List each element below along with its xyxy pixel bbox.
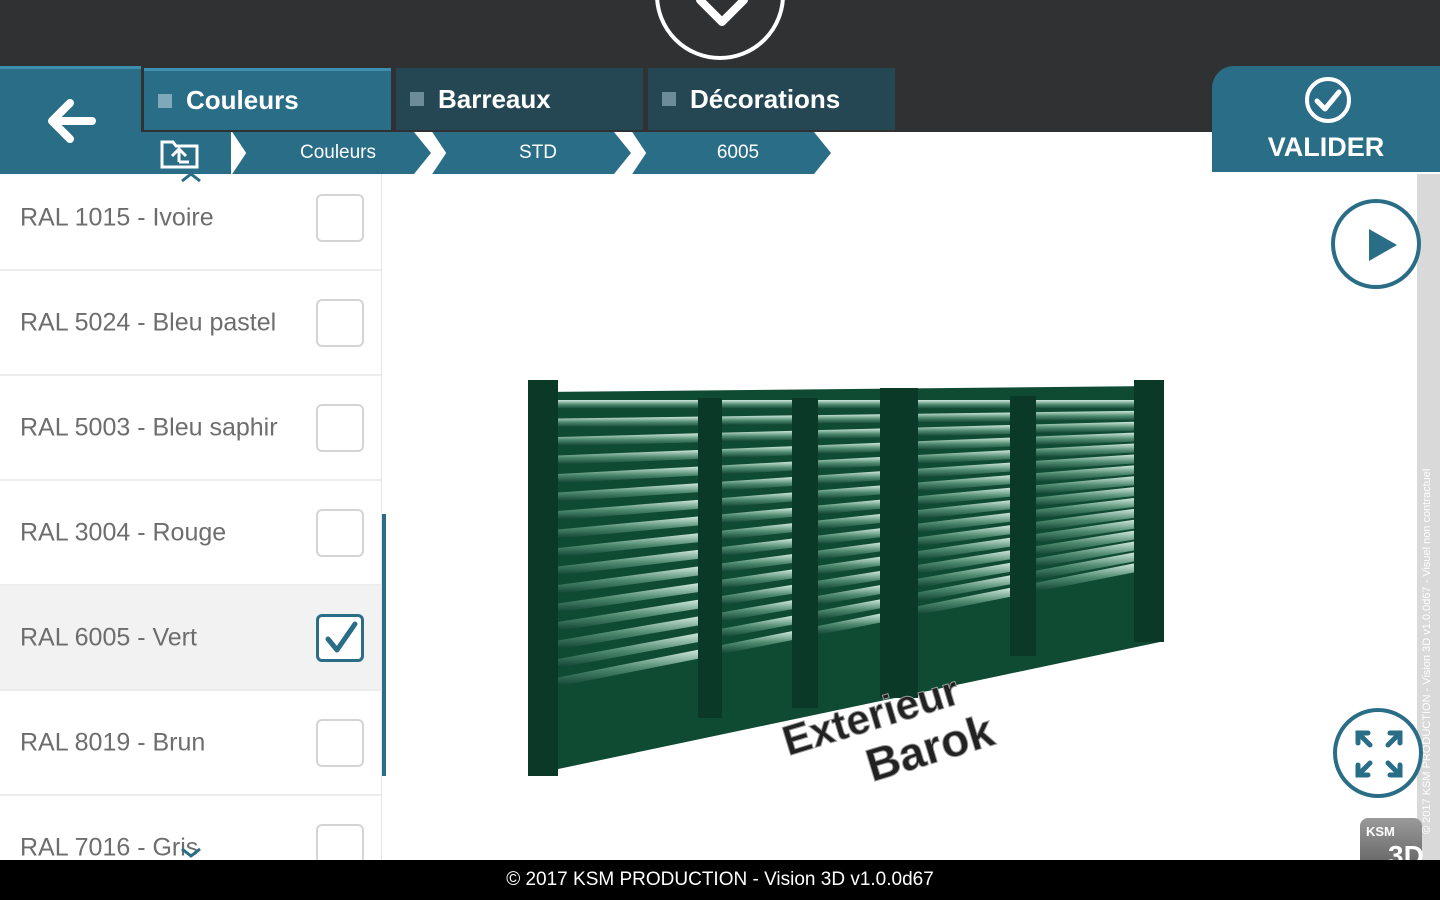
tab-marker-icon [662,92,676,106]
color-checkbox[interactable] [316,403,364,452]
breadcrumb-item-std[interactable]: STD [445,132,631,174]
list-item[interactable]: RAL 1015 - Ivoire [0,174,381,271]
color-checkbox[interactable] [316,193,364,242]
tab-label: Barreaux [438,83,551,114]
gate-slat [918,400,1010,409]
list-item-selected[interactable]: RAL 6005 - Vert [0,586,381,691]
tab-marker-icon [410,92,424,106]
color-label: RAL 6005 - Vert [20,623,197,651]
play-animation-button[interactable] [1331,199,1421,289]
tab-barreaux[interactable]: Barreaux [396,68,643,130]
color-label: RAL 5024 - Bleu pastel [20,308,277,336]
tab-label: Décorations [690,83,841,114]
gate-3d-model[interactable]: Exterieur Barok [520,372,1180,792]
list-item[interactable]: RAL 3004 - Rouge [0,481,381,586]
color-list[interactable]: RAL 1015 - Ivoire RAL 5024 - Bleu pastel… [0,174,382,860]
breadcrumb-item-6005[interactable]: 6005 [645,132,831,174]
color-label: RAL 1015 - Ivoire [20,203,214,231]
check-circle-icon [1305,77,1351,123]
list-item[interactable]: RAL 8019 - Brun [0,691,381,796]
footer-copyright: © 2017 KSM PRODUCTION - Vision 3D v1.0.0… [0,860,1440,900]
breadcrumb-home-button[interactable] [141,132,231,174]
gate-slat [558,400,698,409]
color-label: RAL 8019 - Brun [20,728,206,756]
chevron-down-icon [696,0,748,26]
color-checkbox[interactable] [316,823,364,860]
tab-decorations[interactable]: Décorations [648,68,895,130]
folder-up-icon [160,140,199,169]
list-scrollbar[interactable] [382,514,386,776]
tab-label: Couleurs [186,85,299,115]
back-button[interactable] [0,66,141,174]
expand-icon [1355,730,1403,778]
gate-slat [722,400,792,409]
gate-slat [1036,400,1134,409]
color-label: RAL 5003 - Bleu saphir [20,413,278,441]
gate-slat [918,412,1010,423]
color-label: RAL 3004 - Rouge [20,518,227,546]
breadcrumb-item-couleurs[interactable]: Couleurs [245,132,431,174]
gate-slat [818,414,880,425]
scroll-up-icon[interactable] [180,172,202,182]
list-item[interactable]: RAL 5024 - Bleu pastel [0,271,381,376]
checkmark-icon [325,621,358,652]
side-watermark: © 2017 KSM PRODUCTION - Vision 3D v1.0.0… [1421,468,1433,834]
tab-marker-icon [158,93,172,108]
color-checkbox-checked[interactable] [316,613,364,662]
color-checkbox[interactable] [316,508,364,557]
gate-slat [818,400,880,409]
gate-slat [722,430,792,442]
color-label: RAL 7016 - Gris [20,833,199,860]
fullscreen-button[interactable] [1333,708,1423,798]
color-checkbox[interactable] [316,718,364,767]
logo-small-text: KSM [1366,824,1395,839]
color-checkbox[interactable] [316,298,364,347]
scroll-down-icon[interactable] [180,848,202,858]
validate-button[interactable]: VALIDER [1212,66,1440,172]
breadcrumb: Couleurs STD 6005 [141,132,841,174]
gate-slat [818,428,880,440]
gate-slat [722,415,792,426]
gate-slat [1036,410,1134,422]
arrow-left-icon [48,99,96,143]
validate-label: VALIDER [1267,132,1385,162]
play-icon [1369,229,1397,261]
list-item[interactable]: RAL 5003 - Bleu saphir [0,376,381,481]
tab-couleurs[interactable]: Couleurs [144,68,391,130]
gate-slat [558,416,698,428]
